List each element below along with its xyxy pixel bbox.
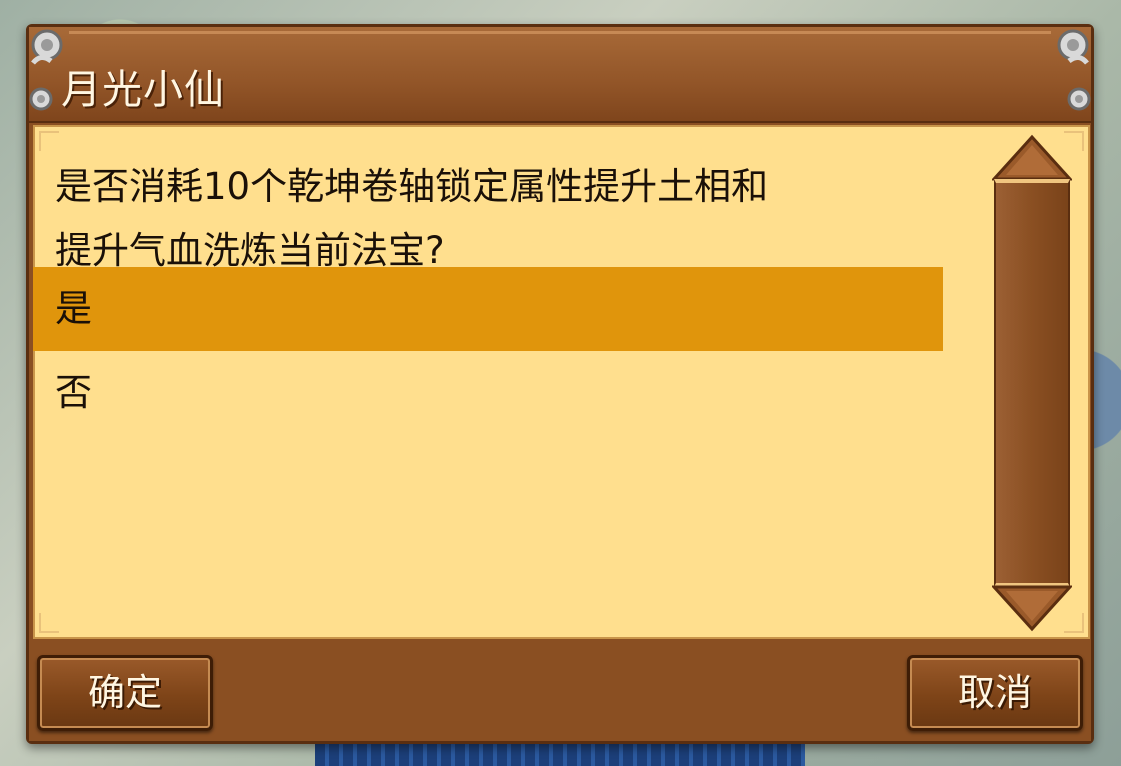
panel-corner-ornament-icon [39,131,59,151]
cloud-ornament-icon [1067,87,1091,111]
dialog-footer: 确定 取消 [29,641,1091,741]
dialog-content-panel: 是否消耗10个乾坤卷轴锁定属性提升土相和 提升气血洗炼当前法宝? 是 否 [33,125,1090,639]
triangle-up-icon[interactable] [992,133,1072,183]
dialog-title-bar: 月光小仙 [29,27,1091,123]
triangle-down-icon[interactable] [992,583,1072,633]
scrollbar[interactable] [992,133,1072,633]
dialog-question: 是否消耗10个乾坤卷轴锁定属性提升土相和 提升气血洗炼当前法宝? [55,155,955,283]
question-line-1: 是否消耗10个乾坤卷轴锁定属性提升土相和 [55,165,769,208]
option-yes[interactable]: 是 [33,267,943,351]
scrollbar-track[interactable] [994,179,1070,587]
npc-dialog: 月光小仙 是否消耗10个乾坤卷轴锁定属性提升土相和 提升气血洗炼当前法宝? 是 … [26,24,1094,744]
cancel-button[interactable]: 取消 [907,655,1083,731]
confirm-button[interactable]: 确定 [37,655,213,731]
cloud-ornament-icon [29,87,53,111]
option-no[interactable]: 否 [33,351,943,435]
panel-corner-ornament-icon [39,613,59,633]
npc-name-title: 月光小仙 [61,67,225,113]
